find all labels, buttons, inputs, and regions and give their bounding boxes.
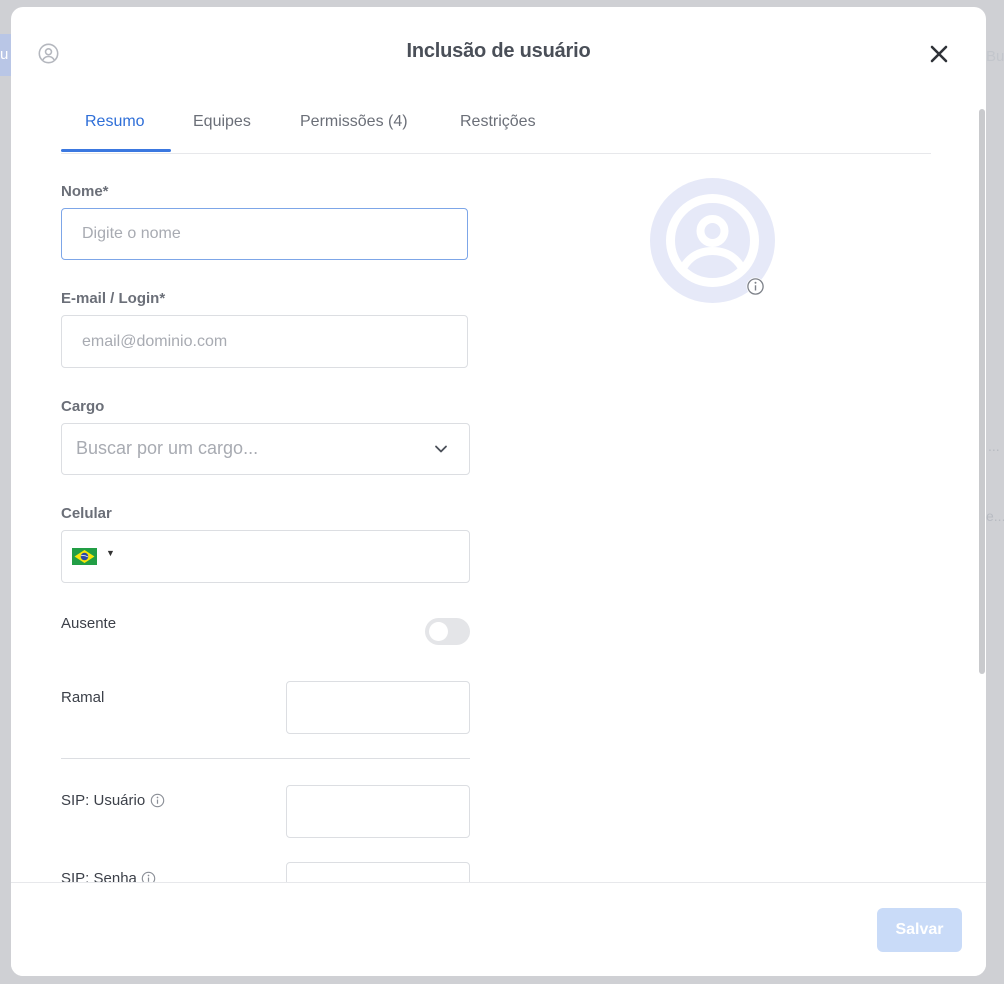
sip-user-input[interactable] (286, 785, 470, 838)
background-ellipsis-1: ... (988, 438, 1000, 454)
name-input[interactable] (61, 208, 468, 260)
absent-label: Ausente (61, 615, 117, 632)
toggle-knob (429, 622, 448, 641)
background-text-right: Bu (986, 48, 1004, 65)
modal-header: Inclusão de usuário (11, 7, 986, 97)
tab-bar: Resumo Equipes Permissões (4) Restrições (61, 97, 931, 154)
tab-restricoes[interactable]: Restrições (460, 113, 536, 131)
name-label: Nome* (61, 183, 109, 200)
extension-input[interactable] (286, 681, 470, 734)
scrollbar[interactable] (979, 109, 985, 674)
background-ellipsis-2: e... (986, 508, 1004, 524)
tab-resumo[interactable]: Resumo (85, 113, 145, 131)
country-dropdown-caret-icon[interactable]: ▼ (106, 548, 115, 558)
active-tab-indicator (61, 149, 171, 152)
background-text-left: u (0, 46, 9, 63)
email-label: E-mail / Login* (61, 290, 166, 307)
section-divider (61, 758, 470, 759)
tab-equipes[interactable]: Equipes (193, 113, 251, 131)
avatar-info-icon[interactable] (746, 277, 765, 296)
role-label: Cargo (61, 398, 105, 415)
info-icon[interactable] (150, 793, 165, 808)
close-icon[interactable] (927, 42, 951, 66)
phone-input[interactable]: ▼ (61, 530, 470, 583)
role-select[interactable]: Buscar por um cargo... (61, 423, 470, 475)
modal-footer: Salvar (11, 882, 986, 976)
user-inclusion-modal: Inclusão de usuário Resumo Equipes Permi… (11, 7, 986, 976)
brazil-flag-icon[interactable] (72, 548, 97, 565)
extension-label: Ramal (61, 689, 105, 706)
chevron-down-icon (435, 445, 447, 453)
email-input[interactable] (61, 315, 468, 368)
sip-user-label: SIP: Usuário (61, 792, 146, 809)
modal-title: Inclusão de usuário (406, 40, 591, 62)
role-select-placeholder: Buscar por um cargo... (76, 438, 259, 458)
tab-permissoes[interactable]: Permissões (4) (300, 113, 408, 131)
absent-toggle[interactable] (425, 618, 470, 645)
phone-label: Celular (61, 505, 112, 522)
save-button[interactable]: Salvar (877, 908, 962, 952)
